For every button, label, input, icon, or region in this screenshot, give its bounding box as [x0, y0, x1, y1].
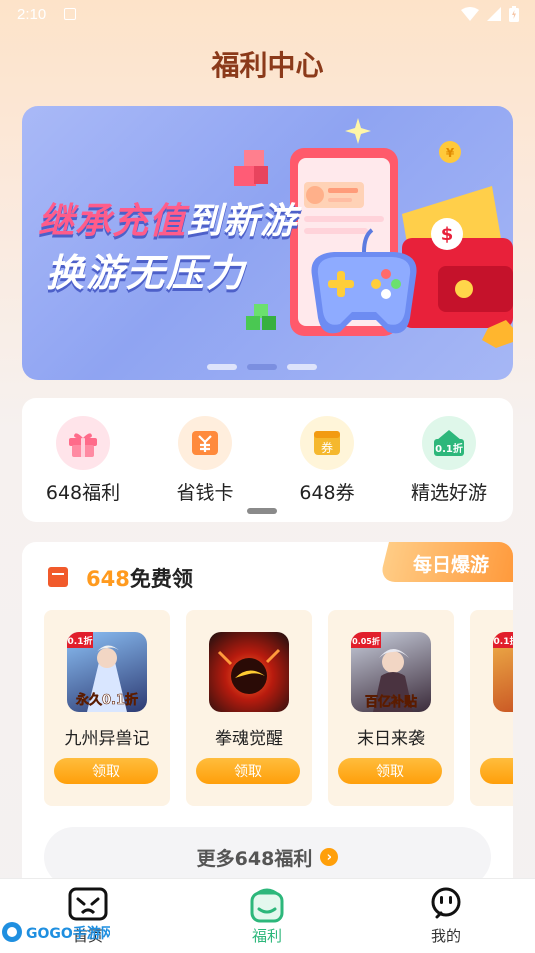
battery-icon: [509, 6, 519, 22]
nav-welfare[interactable]: 福利: [207, 879, 327, 953]
coin-icon: ¥: [439, 141, 461, 163]
section-title-number: 648: [86, 567, 130, 591]
watermark-logo: GOGO手游网: [2, 922, 110, 942]
claim-button[interactable]: 领取: [338, 758, 442, 784]
nav-label: 我的: [430, 927, 461, 945]
shortcut-648-coupon[interactable]: 券 648券: [266, 416, 388, 505]
discount-glyph: 0.1折: [435, 442, 463, 455]
cube-icon: [234, 150, 268, 186]
more-label: 更多648福利: [196, 847, 313, 870]
calendar-icon: [48, 567, 68, 587]
shortcut-label: 精选好游: [410, 482, 487, 504]
shortcut-pager-indicator: [247, 508, 277, 514]
shortcut-648-welfare[interactable]: 648福利: [22, 416, 144, 505]
gift-icon: [56, 416, 110, 470]
game-name: 九州异兽记: [64, 729, 150, 749]
section-title: 648免费领: [86, 563, 193, 593]
shortcut-label: 省钱卡: [176, 482, 234, 504]
shortcut-label: 648券: [299, 482, 355, 504]
shortcut-featured-games[interactable]: 0.1折 精选好游: [388, 416, 510, 505]
coupon-icon: 券: [300, 416, 354, 470]
game-badge: 0.05折: [352, 636, 380, 646]
status-time: 2:10: [17, 6, 47, 23]
wifi-icon: [461, 7, 479, 21]
game-card[interactable]: 0.1折 真 领取: [470, 610, 513, 806]
game-name: 拳魂觉醒: [215, 729, 283, 749]
banner-headline-1b: 到新游: [186, 201, 298, 242]
game-badge: 0.1折: [494, 635, 513, 647]
claim-button[interactable]: 领取: [480, 758, 513, 784]
svg-text:$: $: [441, 224, 454, 245]
game-overlay-text: 百亿补贴: [365, 694, 417, 710]
discount-tag-icon: 0.1折: [422, 416, 476, 470]
profile-face-icon: [431, 887, 461, 919]
signal-icon: [487, 7, 501, 21]
yuan-card-icon: [178, 416, 232, 470]
shortcut-card: 648福利 省钱卡 券 648券 0.1折 精选好游: [22, 398, 513, 522]
game-cover[interactable]: 0.1折 永久0.1折: [67, 632, 147, 712]
daily-hot-tag[interactable]: 每日爆游: [413, 550, 489, 577]
coin-symbol: ¥: [446, 146, 455, 160]
game-overlay-text: 永久0.1折: [75, 692, 138, 708]
game-card[interactable]: 拳魂觉醒 领取: [186, 610, 312, 806]
game-cover[interactable]: [209, 632, 289, 712]
nav-profile[interactable]: 我的: [386, 879, 506, 953]
coupon-glyph: 券: [321, 440, 333, 455]
banner-dot[interactable]: [207, 364, 237, 370]
notification-icon: [64, 8, 76, 20]
banner-headline-1a: 继承充值: [38, 201, 187, 242]
promo-banner[interactable]: $ ¥ 继承充值到新游 换游无压力: [22, 106, 513, 380]
game-card[interactable]: 0.1折 永久0.1折 九州异兽记 领取: [44, 610, 170, 806]
red-wallet-illustration: $: [402, 186, 513, 328]
green-cubes-icon: [246, 304, 276, 330]
game-name: 末日来袭: [357, 729, 425, 749]
watermark-text: GOGO手游网: [26, 925, 110, 942]
banner-headline-2: 换游无压力: [46, 251, 247, 295]
status-bar: 2:10: [0, 0, 535, 30]
page-title: 福利中心: [211, 49, 324, 82]
claim-button[interactable]: 领取: [54, 758, 158, 784]
section-title-text: 免费领: [129, 567, 193, 591]
status-icons: [461, 6, 519, 22]
banner-pagination: [207, 364, 317, 370]
free-648-section: 每日爆游 648免费领 0.1折 永久0.1折 九州异兽记 领取 拳魂觉醒 领取…: [22, 542, 513, 902]
game-name: 真: [470, 724, 513, 749]
shortcut-label: 648福利: [45, 482, 121, 504]
game-card[interactable]: 0.05折 百亿补贴 末日来袭 领取: [328, 610, 454, 806]
banner-headline-1: 继承充值到新游: [38, 192, 297, 244]
nav-label: 福利: [251, 927, 282, 945]
banner-dot[interactable]: [287, 364, 317, 370]
game-cover[interactable]: 0.1折: [493, 632, 513, 712]
claim-button[interactable]: 领取: [196, 758, 300, 784]
sparkle-icon: [345, 118, 371, 144]
banner-dot-active[interactable]: [247, 364, 277, 370]
game-cover[interactable]: 0.05折 百亿补贴: [351, 632, 431, 712]
welfare-bag-icon: [250, 888, 284, 923]
game-badge: 0.1折: [68, 635, 93, 647]
shortcut-savings-card[interactable]: 省钱卡: [144, 416, 266, 505]
chevron-right-icon: ›: [320, 848, 339, 866]
